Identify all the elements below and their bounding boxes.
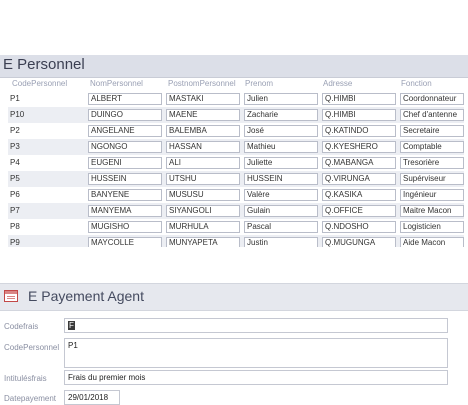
cell-codepersonnel[interactable]: P9 [8,237,84,247]
table-row[interactable]: P7 MANYEMA SIYANGOLI Gulain Q.OFFICE Mai… [8,203,464,219]
table-row[interactable]: P10 DUINGO MAENE Zacharie Q.HIMBI Chef d… [8,107,464,123]
cell-codepersonnel[interactable]: P6 [8,189,84,201]
cell-codepersonnel[interactable]: P4 [8,157,84,169]
cell-adresse[interactable]: Q.MABANGA [322,157,396,169]
cell-codepersonnel[interactable]: P3 [8,141,84,153]
cell-adresse[interactable]: Q.KATINDO [322,125,396,137]
cell-adresse[interactable]: Q.KYESHERO [322,141,396,153]
table-row[interactable]: P5 HUSSEIN UTSHU HUSSEIN Q.VIRUNGA Supér… [8,171,464,187]
cell-adresse[interactable]: Q.KASIKA [322,189,396,201]
cell-postnompersonnel[interactable]: MAENE [166,109,240,121]
cell-prenom[interactable]: Juliette [244,157,318,169]
cell-fonction[interactable]: Ingénieur [400,189,464,201]
table-row[interactable]: P6 BANYENE MUSUSU Valère Q.KASIKA Ingéni… [8,187,464,203]
cell-postnompersonnel[interactable]: HASSAN [166,141,240,153]
cell-postnompersonnel[interactable]: BALEMBA [166,125,240,137]
cell-prenom[interactable]: José [244,125,318,137]
codepersonnel-value: P1 [68,341,78,350]
cell-nompersonnel[interactable]: EUGENI [88,157,162,169]
cell-nompersonnel[interactable]: ALBERT [88,93,162,105]
cell-prenom[interactable]: HUSSEIN [244,173,318,185]
cell-nompersonnel[interactable]: ANGELANE [88,125,162,137]
payement-title: E Payement Agent [28,288,144,304]
payement-header: E Payement Agent [0,283,468,311]
cell-fonction[interactable]: Coordonnateur [400,93,464,105]
cell-fonction[interactable]: Comptable [400,141,464,153]
cell-adresse[interactable]: Q.HIMBI [322,109,396,121]
cell-fonction[interactable]: Maitre Macon [400,205,464,217]
cell-codepersonnel[interactable]: P8 [8,221,84,233]
column-header-fonction[interactable]: Fonction [401,79,432,88]
cell-fonction[interactable]: Aide Macon [400,237,464,247]
codefrais-value: F [68,321,75,330]
form-icon [4,290,18,302]
column-header-postnompersonnel[interactable]: PostnomPersonnel [168,79,236,88]
datepayement-field[interactable]: 29/01/2018 [64,390,120,405]
column-header-nompersonnel[interactable]: NomPersonnel [90,79,143,88]
datepayement-value: 29/01/2018 [68,393,109,402]
table-row[interactable]: P3 NGONGO HASSAN Mathieu Q.KYESHERO Comp… [8,139,464,155]
cell-fonction[interactable]: Logisticien [400,221,464,233]
cell-postnompersonnel[interactable]: UTSHU [166,173,240,185]
cell-prenom[interactable]: Mathieu [244,141,318,153]
column-header-adresse[interactable]: Adresse [323,79,352,88]
cell-nompersonnel[interactable]: MAYCOLLE [88,237,162,247]
cell-nompersonnel[interactable]: DUINGO [88,109,162,121]
cell-postnompersonnel[interactable]: ALI [166,157,240,169]
cell-postnompersonnel[interactable]: MUSUSU [166,189,240,201]
cell-nompersonnel[interactable]: BANYENE [88,189,162,201]
cell-fonction[interactable]: Tresorière [400,157,464,169]
cell-prenom[interactable]: Valère [244,189,318,201]
personnel-grid: P1 ALBERT MASTAKI Julien Q.HIMBI Coordon… [8,91,464,247]
cell-adresse[interactable]: Q.VIRUNGA [322,173,396,185]
codefrais-field[interactable]: F [64,318,448,333]
cell-nompersonnel[interactable]: NGONGO [88,141,162,153]
personnel-header: E Personnel [0,55,468,78]
field-label-intitulesfrais: Intitulésfrais [4,374,47,383]
intitulesfrais-value: Frais du premier mois [68,373,146,382]
cell-prenom[interactable]: Pascal [244,221,318,233]
cell-postnompersonnel[interactable]: SIYANGOLI [166,205,240,217]
cell-postnompersonnel[interactable]: MASTAKI [166,93,240,105]
cell-fonction[interactable]: Secretaire [400,125,464,137]
cell-codepersonnel[interactable]: P7 [8,205,84,217]
table-row[interactable]: P9 MAYCOLLE MUNYAPETA Justin Q.MUGUNGA A… [8,235,464,247]
table-row[interactable]: P1 ALBERT MASTAKI Julien Q.HIMBI Coordon… [8,91,464,107]
cell-prenom[interactable]: Justin [244,237,318,247]
cell-postnompersonnel[interactable]: MURHULA [166,221,240,233]
table-row[interactable]: P4 EUGENI ALI Juliette Q.MABANGA Tresori… [8,155,464,171]
cell-nompersonnel[interactable]: HUSSEIN [88,173,162,185]
field-label-codefrais: Codefrais [4,322,39,331]
cell-codepersonnel[interactable]: P1 [8,93,84,105]
field-label-datepayement: Datepayement [4,394,57,403]
cell-prenom[interactable]: Gulain [244,205,318,217]
field-label-codepersonnel: CodePersonnel [4,343,60,352]
cell-codepersonnel[interactable]: P10 [8,109,84,121]
cell-nompersonnel[interactable]: MUGISHO [88,221,162,233]
cell-adresse[interactable]: Q.HIMBI [322,93,396,105]
cell-fonction[interactable]: Chef d'antenne [400,109,464,121]
cell-nompersonnel[interactable]: MANYEMA [88,205,162,217]
cell-prenom[interactable]: Zacharie [244,109,318,121]
cell-postnompersonnel[interactable]: MUNYAPETA [166,237,240,247]
table-row[interactable]: P2 ANGELANE BALEMBA José Q.KATINDO Secre… [8,123,464,139]
cell-fonction[interactable]: Supérviseur [400,173,464,185]
cell-adresse[interactable]: Q.OFFICE [322,205,396,217]
cell-adresse[interactable]: Q.MUGUNGA [322,237,396,247]
cell-prenom[interactable]: Julien [244,93,318,105]
cell-adresse[interactable]: Q.NDOSHO [322,221,396,233]
column-header-codepersonnel[interactable]: CodePersonnel [12,79,67,88]
personnel-title: E Personnel [3,56,85,73]
intitulesfrais-field[interactable]: Frais du premier mois [64,370,448,385]
codepersonnel-field[interactable]: P1 [64,338,448,368]
table-row[interactable]: P8 MUGISHO MURHULA Pascal Q.NDOSHO Logis… [8,219,464,235]
cell-codepersonnel[interactable]: P5 [8,173,84,185]
column-header-prenom[interactable]: Prenom [245,79,273,88]
cell-codepersonnel[interactable]: P2 [8,125,84,137]
